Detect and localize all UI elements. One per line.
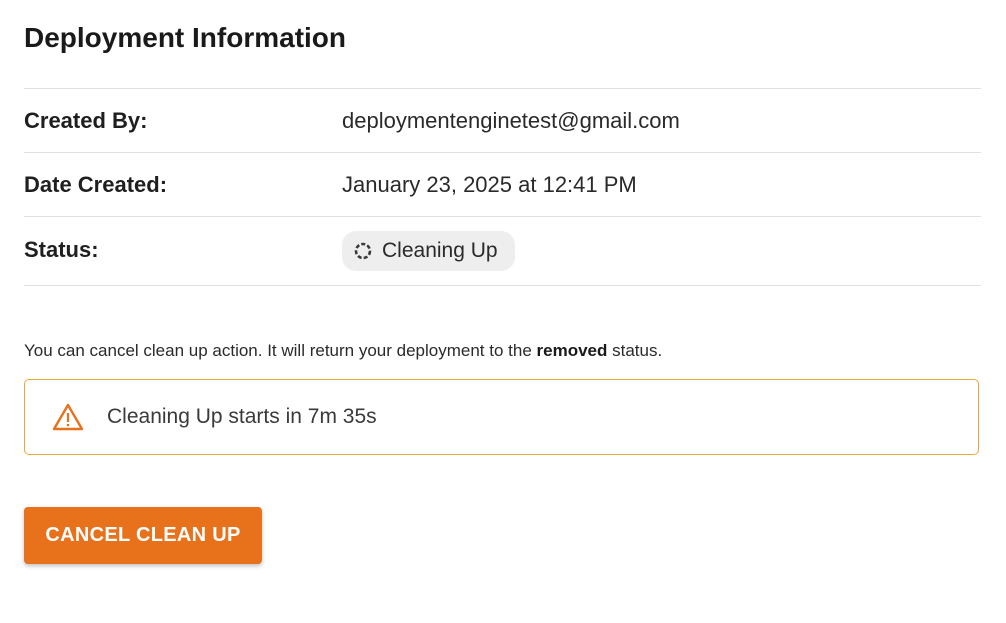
- date-created-value: January 23, 2025 at 12:41 PM: [342, 171, 637, 197]
- created-by-label: Created By:: [24, 107, 148, 133]
- cancel-note-prefix: You can cancel clean up action. It will …: [24, 341, 537, 360]
- alert-text: Cleaning Up starts in 7m 35s: [107, 405, 377, 428]
- info-row-date-created: Date Created: January 23, 2025 at 12:41 …: [24, 153, 981, 217]
- status-badge-label: Cleaning Up: [382, 239, 498, 262]
- cancel-note-emphasis: removed: [536, 341, 608, 360]
- date-created-label: Date Created:: [24, 171, 168, 197]
- info-table: Created By: deploymentenginetest@gmail.c…: [24, 88, 981, 286]
- cleanup-countdown-alert: Cleaning Up starts in 7m 35s: [24, 379, 979, 455]
- cancel-clean-up-button[interactable]: CANCEL CLEAN UP: [24, 507, 262, 564]
- status-badge: Cleaning Up: [342, 231, 515, 271]
- warning-icon: [52, 403, 84, 431]
- cancel-note-suffix: status.: [607, 341, 663, 360]
- info-row-status: Status: Cleaning Up: [24, 217, 981, 286]
- status-label: Status:: [24, 237, 99, 262]
- spinner-icon: [354, 242, 372, 260]
- cancel-note: You can cancel clean up action. It will …: [24, 340, 662, 362]
- page-title: Deployment Information: [24, 22, 347, 53]
- info-row-created-by: Created By: deploymentenginetest@gmail.c…: [24, 89, 981, 153]
- created-by-value: deploymentenginetest@gmail.com: [342, 107, 680, 133]
